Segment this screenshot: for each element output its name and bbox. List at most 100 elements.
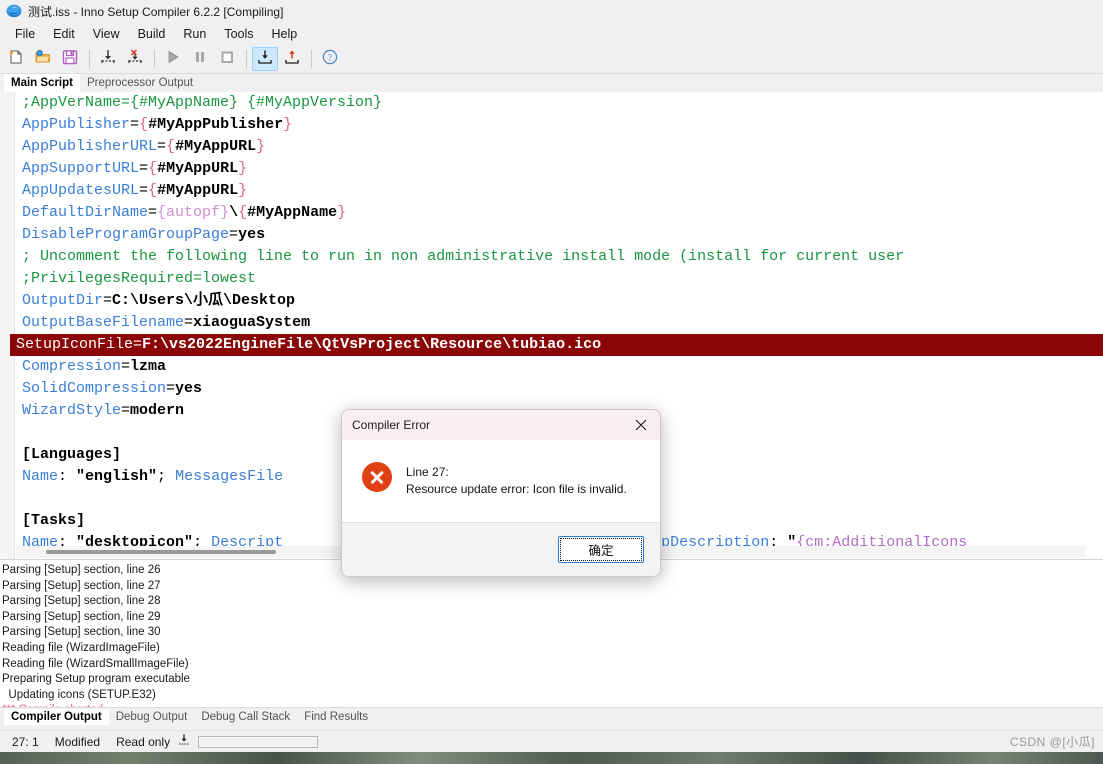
code-token: Compression (22, 358, 122, 375)
dialog-titlebar: Compiler Error (342, 410, 660, 440)
menu-tools[interactable]: Tools (215, 25, 262, 43)
code-token: AppUpdatesURL (22, 182, 140, 199)
output-log-line: *** Compile aborted. (2, 703, 1103, 707)
menu-help[interactable]: Help (263, 25, 307, 43)
desktop-background-strip (0, 752, 1103, 764)
code-line: SolidCompression=yes (16, 378, 1103, 400)
code-token: = (157, 138, 167, 155)
code-token: = (139, 160, 149, 177)
stop-compile-button[interactable] (122, 47, 148, 71)
open-file-button[interactable] (30, 47, 56, 71)
dialog-message-block: Line 27: Resource update error: Icon fil… (406, 462, 627, 498)
new-file-button[interactable] (3, 47, 29, 71)
inno-setup-icon (6, 3, 22, 19)
scrollbar-thumb[interactable] (46, 550, 276, 554)
output-log-line: Parsing [Setup] section, line 27 (2, 579, 161, 592)
help-button[interactable]: ? (317, 47, 343, 71)
code-token: { (148, 182, 158, 199)
tab-find-results[interactable]: Find Results (297, 709, 375, 725)
code-token: #MyAppURL (175, 138, 257, 155)
code-token: lzma (130, 358, 167, 375)
code-token: } (256, 138, 266, 155)
tab-debug-call-stack[interactable]: Debug Call Stack (194, 709, 297, 725)
code-token: \ (229, 204, 239, 221)
output-log-line: Reading file (WizardImageFile) (2, 641, 160, 654)
dialog-body: Line 27: Resource update error: Icon fil… (342, 440, 660, 522)
code-token: : (58, 468, 77, 485)
code-token: = (184, 314, 194, 331)
code-token: } (337, 204, 347, 221)
code-token: WizardStyle (22, 402, 122, 419)
code-token: AppPublisherURL (22, 138, 158, 155)
step-out-button[interactable] (279, 47, 305, 71)
code-token: SolidCompression (22, 380, 167, 397)
code-token: [Languages] (22, 446, 122, 463)
code-token: AppPublisher (22, 116, 131, 133)
code-token: = (229, 226, 239, 243)
code-token: AppSupportURL (22, 160, 140, 177)
output-log-line: Parsing [Setup] section, line 30 (2, 626, 161, 639)
pause-button[interactable] (187, 47, 213, 71)
tab-compiler-output[interactable]: Compiler Output (4, 708, 109, 725)
dialog-ok-label: 确定 (588, 544, 614, 558)
code-line: DisableProgramGroupPage=yes (16, 224, 1103, 246)
code-token: #MyAppName (247, 204, 338, 221)
modified-indicator: Modified (54, 734, 101, 749)
save-file-button[interactable] (57, 47, 83, 71)
run-button[interactable] (160, 47, 186, 71)
code-line: AppSupportURL={#MyAppURL} (16, 158, 1103, 180)
menu-file[interactable]: File (6, 25, 44, 43)
readonly-indicator: Read only (116, 734, 171, 749)
code-token: Name (22, 468, 59, 485)
code-line: AppPublisherURL={#MyAppURL} (16, 136, 1103, 158)
code-token: = (133, 336, 143, 353)
compile-progress-bar (198, 735, 319, 748)
statusbar: 27: 1 Modified Read only CSDN @[小瓜] (0, 730, 1103, 752)
close-x-icon[interactable] (626, 412, 656, 438)
code-token: ;PrivilegesRequired=lowest (22, 270, 257, 287)
toolbar-separator-2 (154, 50, 155, 68)
code-token: } (283, 116, 293, 133)
stop-button[interactable] (214, 47, 240, 71)
code-token: modern (130, 402, 185, 419)
svg-text:?: ? (328, 52, 332, 62)
code-token: MessagesFile (175, 468, 284, 485)
code-token: F:\vs2022EngineFile\QtVsProject\Resource… (142, 336, 602, 353)
compile-button[interactable] (95, 47, 121, 71)
menu-view[interactable]: View (84, 25, 129, 43)
menu-run[interactable]: Run (174, 25, 215, 43)
compiler-output-pane[interactable]: Parsing [Setup] section, line 26 Parsing … (0, 560, 1103, 707)
code-token: = (139, 182, 149, 199)
code-token: #MyAppPublisher (148, 116, 284, 133)
editor-tabbar: Main Script Preprocessor Output (0, 74, 1103, 92)
toolbar-separator-3 (246, 50, 247, 68)
question-circle-icon: ? (321, 48, 339, 71)
dialog-ok-button[interactable]: 确定 (558, 536, 644, 563)
output-log-line: Updating icons (SETUP.E32) (2, 688, 156, 701)
code-line: AppUpdatesURL={#MyAppURL} (16, 180, 1103, 202)
code-line-error: SetupIconFile=F:\vs2022EngineFile\QtVsPr… (10, 334, 1103, 356)
menu-edit[interactable]: Edit (44, 25, 84, 43)
tab-preprocessor-output[interactable]: Preprocessor Output (80, 74, 200, 92)
code-token: { (238, 204, 248, 221)
insert-mode-icon (176, 732, 192, 751)
code-line: OutputDir=C:\Users\小瓜\Desktop (16, 290, 1103, 312)
new-file-icon (7, 48, 25, 71)
output-log-line: Parsing [Setup] section, line 29 (2, 610, 161, 623)
code-token: = (130, 116, 140, 133)
code-line: Compression=lzma (16, 356, 1103, 378)
stop-square-icon (218, 48, 236, 71)
tab-main-script[interactable]: Main Script (4, 74, 80, 92)
code-token: = (121, 402, 131, 419)
compiler-error-dialog: Compiler Error Line 27: Resource update … (341, 409, 661, 577)
error-circle-x-icon (362, 462, 392, 492)
window-title: 测试.iss - Inno Setup Compiler 6.2.2 [Comp… (28, 4, 284, 19)
step-out-icon (283, 48, 301, 71)
code-token: = (103, 292, 113, 309)
code-token: = (121, 358, 131, 375)
step-into-button[interactable] (252, 47, 278, 71)
tab-debug-output[interactable]: Debug Output (109, 709, 195, 725)
code-token: } (238, 160, 248, 177)
menu-build[interactable]: Build (129, 25, 175, 43)
code-token: {autopf} (157, 204, 230, 221)
